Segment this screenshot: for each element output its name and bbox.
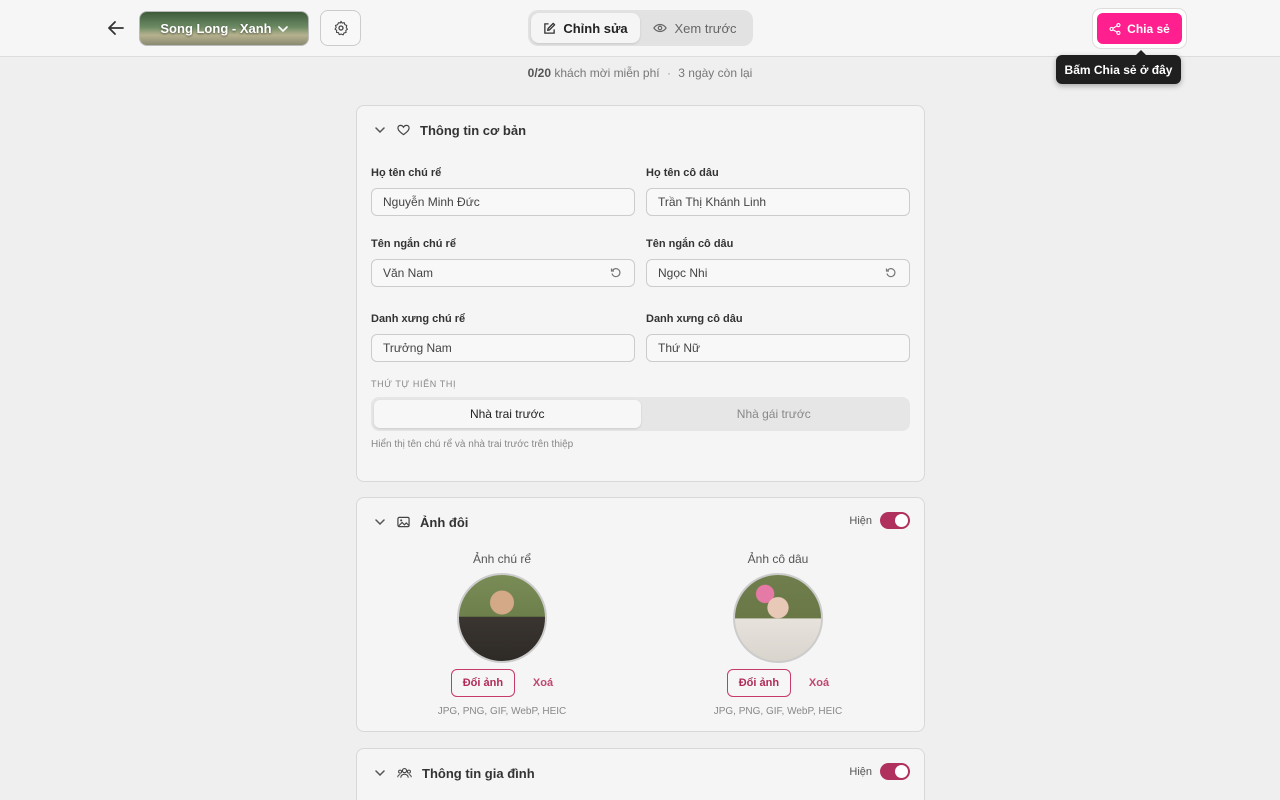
- bride-name-field[interactable]: Trần Thị Khánh Linh: [646, 188, 910, 216]
- chevron-down-icon: [375, 127, 387, 133]
- bride-title-label: Danh xưng cô dâu: [646, 313, 743, 325]
- bride-name-value: Trần Thị Khánh Linh: [658, 195, 767, 209]
- tab-edit-label: Chỉnh sửa: [563, 20, 628, 36]
- bride-avatar[interactable]: [733, 573, 823, 663]
- tab-preview[interactable]: Xem trước: [640, 13, 750, 43]
- back-arrow-icon[interactable]: [104, 16, 128, 40]
- image-icon: [397, 516, 410, 528]
- bride-photo: Ảnh cô dâu Đổi ảnh Xoá JPG, PNG, GIF, We…: [678, 552, 878, 717]
- heart-icon: [397, 124, 410, 136]
- chevron-down-icon: [375, 519, 387, 525]
- family-info-header[interactable]: Thông tin gia đình: [375, 763, 535, 783]
- display-order-label: THỨ TỰ HIỂN THỊ: [371, 379, 457, 389]
- family-info-title: Thông tin gia đình: [422, 765, 535, 781]
- couple-photo-title: Ảnh đôi: [420, 514, 469, 530]
- delete-photo-button[interactable]: Xoá: [809, 677, 829, 689]
- groom-short-field[interactable]: Văn Nam: [371, 259, 635, 287]
- bride-short-field[interactable]: Ngọc Nhi: [646, 259, 910, 287]
- change-photo-button[interactable]: Đổi ảnh: [726, 669, 791, 697]
- photo-formats: JPG, PNG, GIF, WebP, HEIC: [437, 706, 567, 717]
- share-label: Chia sẻ: [1127, 21, 1170, 36]
- bride-photo-label: Ảnh cô dâu: [747, 552, 809, 566]
- eye-icon: [653, 23, 668, 33]
- chevron-down-icon: [277, 25, 288, 32]
- chevron-down-icon: [375, 770, 387, 776]
- users-icon: [397, 768, 412, 778]
- display-order-toggle: Nhà trai trước Nhà gái trước: [371, 397, 910, 431]
- groom-title-field[interactable]: Trưởng Nam: [371, 334, 635, 362]
- family-info-visibility: Hiện: [849, 763, 910, 780]
- display-order-hint: Hiển thị tên chú rể và nhà trai trước tr…: [371, 439, 574, 450]
- visibility-label: Hiện: [849, 765, 872, 778]
- bride-title-value: Thứ Nữ: [658, 341, 701, 355]
- couple-photo-header[interactable]: Ảnh đôi: [375, 512, 468, 532]
- groom-name-value: Nguyễn Minh Đức: [383, 195, 480, 209]
- groom-title-value: Trưởng Nam: [383, 341, 452, 355]
- guest-quota: 0/20 khách mời miễn phí · 3 ngày còn lại: [0, 66, 1280, 80]
- mode-toggle: Chỉnh sửa Xem trước: [528, 10, 753, 46]
- reset-icon[interactable]: [609, 266, 623, 280]
- share-highlight: Chia sẻ: [1093, 9, 1186, 48]
- visibility-label: Hiện: [849, 514, 872, 527]
- family-info-card: Thông tin gia đình Hiện: [356, 748, 925, 800]
- basic-info-card: Thông tin cơ bản Họ tên chú rể Nguyễn Mi…: [356, 105, 925, 482]
- groom-avatar[interactable]: [457, 573, 547, 663]
- template-name: Song Long - Xanh: [160, 21, 272, 36]
- top-bar: Song Long - Xanh Chỉnh sửa Xem trước Chi…: [0, 0, 1280, 57]
- groom-short-value: Văn Nam: [383, 266, 434, 280]
- gear-icon: [333, 20, 348, 36]
- couple-photo-card: Ảnh đôi Hiện Ảnh chú rể Đổi ảnh Xoá JPG,…: [356, 497, 925, 732]
- delete-photo-button[interactable]: Xoá: [533, 677, 553, 689]
- order-groom-first[interactable]: Nhà trai trước: [374, 400, 641, 428]
- basic-info-header[interactable]: Thông tin cơ bản: [375, 120, 526, 140]
- guest-separator: ·: [666, 66, 671, 80]
- tab-edit[interactable]: Chỉnh sửa: [531, 13, 640, 43]
- bride-name-label: Họ tên cô dâu: [646, 167, 719, 179]
- guest-text: khách mời miễn phí: [554, 66, 660, 80]
- couple-photo-visibility: Hiện: [849, 512, 910, 529]
- photo-formats: JPG, PNG, GIF, WebP, HEIC: [713, 706, 843, 717]
- bride-short-label: Tên ngắn cô dâu: [646, 238, 734, 250]
- template-selector[interactable]: Song Long - Xanh: [139, 11, 309, 46]
- edit-icon: [544, 22, 556, 34]
- bride-title-field[interactable]: Thứ Nữ: [646, 334, 910, 362]
- reset-icon[interactable]: [884, 266, 898, 280]
- groom-title-label: Danh xưng chú rể: [371, 313, 466, 325]
- tab-preview-label: Xem trước: [674, 20, 737, 36]
- change-photo-button[interactable]: Đổi ảnh: [450, 669, 515, 697]
- groom-name-field[interactable]: Nguyễn Minh Đức: [371, 188, 635, 216]
- basic-info-title: Thông tin cơ bản: [420, 122, 527, 138]
- guest-count: 0/20: [527, 66, 551, 80]
- groom-photo: Ảnh chú rể Đổi ảnh Xoá JPG, PNG, GIF, We…: [402, 552, 602, 717]
- settings-button[interactable]: [320, 10, 361, 46]
- groom-name-label: Họ tên chú rể: [371, 167, 442, 179]
- visibility-toggle[interactable]: [880, 763, 910, 780]
- groom-photo-label: Ảnh chú rể: [472, 552, 532, 566]
- groom-short-label: Tên ngắn chú rể: [371, 238, 456, 250]
- visibility-toggle[interactable]: [880, 512, 910, 529]
- share-icon: [1109, 22, 1121, 35]
- order-bride-first[interactable]: Nhà gái trước: [641, 400, 908, 428]
- bride-short-value: Ngọc Nhi: [658, 266, 708, 280]
- days-left: 3 ngày còn lại: [678, 66, 753, 80]
- share-button[interactable]: Chia sẻ: [1097, 13, 1182, 44]
